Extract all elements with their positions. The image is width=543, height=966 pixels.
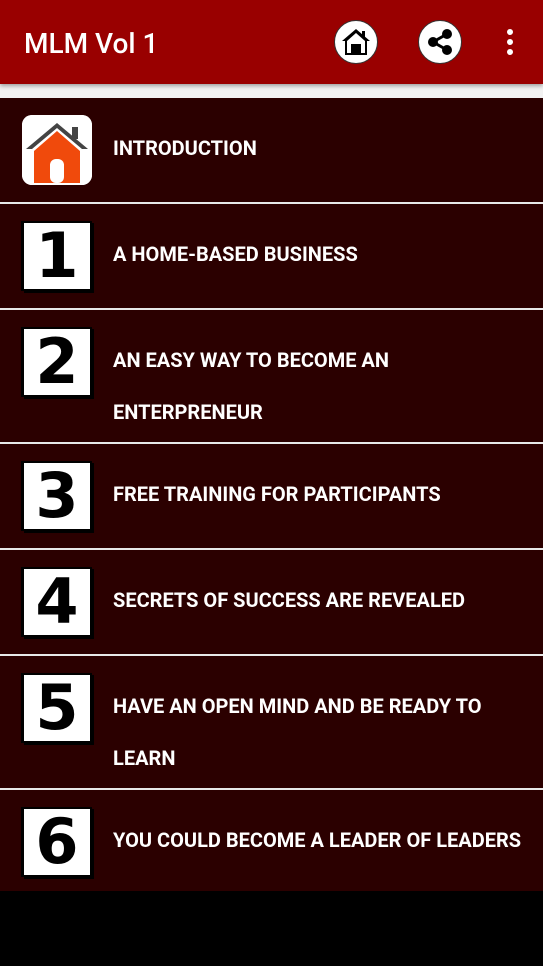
number-two-icon: 2	[22, 327, 92, 397]
system-navigation-bar	[0, 891, 543, 966]
list-item-chapter-5[interactable]: 5 HAVE AN OPEN MIND AND BE READY TO LEAR…	[0, 656, 543, 790]
list-item-label: INTRODUCTION	[113, 136, 257, 160]
overflow-menu-icon	[507, 29, 513, 35]
number-three-icon: 3	[22, 461, 92, 531]
home-icon	[342, 29, 370, 55]
share-button[interactable]	[418, 20, 462, 64]
list-item-label: A HOME-BASED BUSINESS	[113, 242, 358, 266]
list-item-chapter-2[interactable]: 2 AN EASY WAY TO BECOME AN ENTERPRENEUR	[0, 310, 543, 444]
list-item-chapter-1[interactable]: 1 A HOME-BASED BUSINESS	[0, 204, 543, 310]
home-button[interactable]	[334, 20, 378, 64]
list-item-chapter-4[interactable]: 4 SECRETS OF SUCCESS ARE REVEALED	[0, 550, 543, 656]
list-item-chapter-6[interactable]: 6 YOU COULD BECOME A LEADER OF LEADERS	[0, 790, 543, 891]
number-four-icon: 4	[22, 567, 92, 637]
list-item-label: AN EASY WAY TO BECOME AN ENTERPRENEUR	[113, 348, 389, 424]
list-item-label: HAVE AN OPEN MIND AND BE READY TO LEARN	[113, 694, 482, 770]
number-six-icon: 6	[22, 807, 92, 877]
app-screen: MLM Vol 1 INTRODUCTION 1 A HOME-BASED BU…	[0, 0, 543, 966]
chapter-list[interactable]: INTRODUCTION 1 A HOME-BASED BUSINESS 2 A…	[0, 98, 543, 891]
house-icon	[22, 115, 92, 185]
number-one-icon: 1	[22, 221, 92, 291]
share-icon	[428, 29, 452, 55]
number-five-icon: 5	[22, 673, 92, 743]
list-item-introduction[interactable]: INTRODUCTION	[0, 98, 543, 204]
list-top-spacer	[0, 84, 543, 98]
app-bar: MLM Vol 1	[0, 0, 543, 84]
app-title: MLM Vol 1	[24, 27, 159, 60]
list-item-label: SECRETS OF SUCCESS ARE REVEALED	[113, 588, 466, 612]
overflow-dot	[507, 49, 513, 55]
list-item-label: YOU COULD BECOME A LEADER OF LEADERS	[113, 828, 522, 852]
list-item-chapter-3[interactable]: 3 FREE TRAINING FOR PARTICIPANTS	[0, 444, 543, 550]
overflow-dot	[507, 39, 513, 45]
list-item-label: FREE TRAINING FOR PARTICIPANTS	[113, 482, 441, 506]
overflow-menu-button[interactable]	[496, 22, 524, 62]
